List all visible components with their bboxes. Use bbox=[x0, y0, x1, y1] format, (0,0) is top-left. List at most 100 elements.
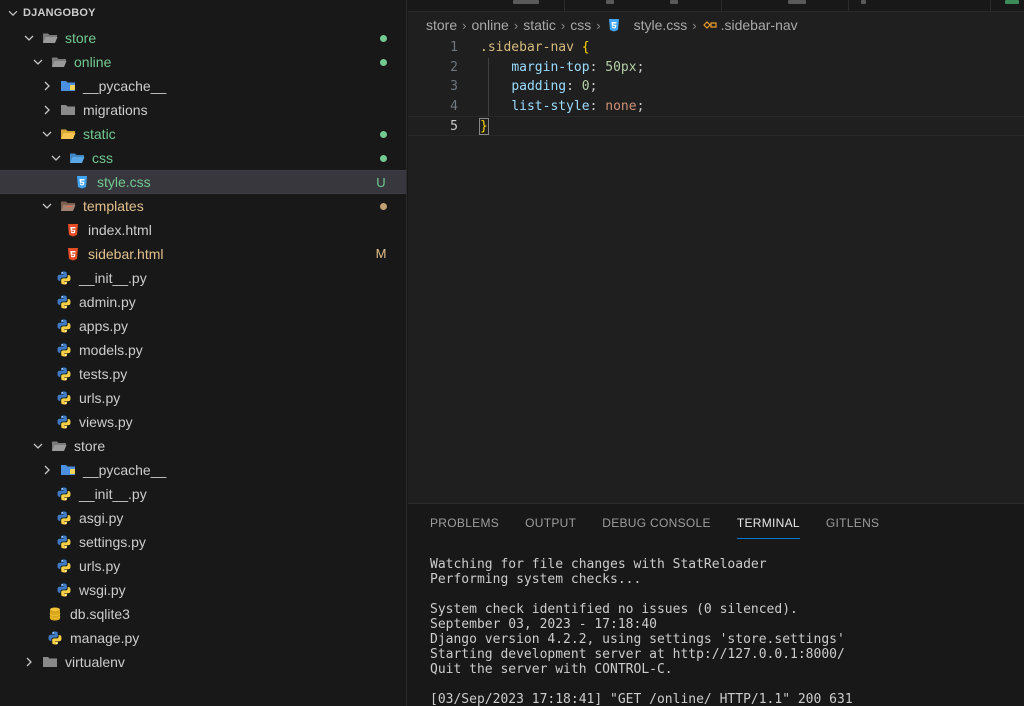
breadcrumb-item[interactable]: css bbox=[570, 17, 591, 33]
tab-terminal[interactable]: TERMINAL bbox=[736, 504, 800, 542]
tree-file-tests-py[interactable]: tests.py bbox=[0, 362, 406, 386]
html-file-icon bbox=[64, 222, 82, 238]
tree-file-init-py[interactable]: __init__.py bbox=[0, 482, 406, 506]
tree-folder-pycache[interactable]: __pycache__ bbox=[0, 458, 406, 482]
tree-item-label: settings.py bbox=[79, 534, 146, 550]
chevron-down-icon[interactable] bbox=[48, 150, 64, 166]
tree-item-label: __pycache__ bbox=[83, 78, 167, 94]
breadcrumb-item[interactable]: online bbox=[471, 17, 508, 33]
code-token: } bbox=[479, 118, 489, 135]
python-file-icon bbox=[55, 486, 73, 502]
tree-file-manage-py[interactable]: manage.py bbox=[0, 626, 406, 650]
folder-python-icon bbox=[59, 462, 77, 478]
git-status-dot bbox=[380, 131, 387, 138]
explorer-section-header[interactable]: DJANGOBOY bbox=[0, 0, 406, 26]
tree-folder-pycache[interactable]: __pycache__ bbox=[0, 74, 406, 98]
tree-folder-migrations[interactable]: migrations bbox=[0, 98, 406, 122]
python-file-icon bbox=[55, 582, 73, 598]
editor-tab-strip[interactable] bbox=[408, 0, 1024, 12]
python-file-icon bbox=[55, 414, 73, 430]
tree-item-label: wsgi.py bbox=[79, 582, 126, 598]
tree-file-admin-py[interactable]: admin.py bbox=[0, 290, 406, 314]
chevron-down-icon bbox=[8, 10, 18, 17]
tab-problems[interactable]: PROBLEMS bbox=[430, 504, 499, 542]
tree-item-label: virtualenv bbox=[65, 654, 125, 670]
code-text: .sidebar-nav { bbox=[480, 38, 590, 58]
tree-file-init-py[interactable]: __init__.py bbox=[0, 266, 406, 290]
code-editor[interactable]: 1 .sidebar-nav {2 margin-top: 50px; 3 padd… bbox=[408, 38, 1024, 136]
terminal-line: Quit the server with CONTROL-C. bbox=[430, 662, 673, 677]
explorer-title: DJANGOBOY bbox=[23, 7, 96, 19]
chevron-down-icon[interactable] bbox=[39, 198, 55, 214]
tree-file-views-py[interactable]: views.py bbox=[0, 410, 406, 434]
chevron-down-icon[interactable] bbox=[30, 54, 46, 70]
tree-item-label: static bbox=[83, 126, 116, 142]
code-token: 50px bbox=[605, 59, 637, 75]
terminal-line: Watching for file changes with StatReloa… bbox=[430, 557, 767, 572]
code-text: list-style: none; bbox=[480, 97, 644, 117]
tree-item-label: store bbox=[74, 438, 106, 454]
html-file-icon bbox=[64, 246, 82, 262]
css-file-icon bbox=[606, 17, 628, 33]
tree-file-urls-py[interactable]: urls.py bbox=[0, 554, 406, 578]
chevron-right-icon[interactable] bbox=[39, 462, 55, 478]
code-token: margin-top bbox=[511, 59, 590, 75]
folder-python-icon bbox=[59, 78, 77, 94]
tree-folder-online[interactable]: online bbox=[0, 50, 406, 74]
breadcrumb-item[interactable]: static bbox=[523, 17, 556, 33]
chevron-right-icon[interactable] bbox=[21, 654, 37, 670]
tree-item-label: css bbox=[92, 150, 113, 166]
line-number: 4 bbox=[450, 98, 458, 114]
breadcrumb-symbol-label: .sidebar-nav bbox=[720, 17, 798, 33]
code-line[interactable]: 3 padding: 0; bbox=[408, 77, 1024, 97]
code-token: none bbox=[605, 98, 637, 114]
breadcrumb-item[interactable]: store bbox=[426, 17, 457, 33]
chevron-right-icon[interactable] bbox=[39, 102, 55, 118]
chevron-right-icon: › bbox=[462, 17, 467, 33]
tree-file-apps-py[interactable]: apps.py bbox=[0, 314, 406, 338]
terminal-output[interactable]: Watching for file changes with StatReloa… bbox=[408, 542, 1024, 706]
breadcrumb: store › online › static › css › style.css › .sideb… bbox=[408, 12, 1024, 38]
chevron-down-icon[interactable] bbox=[21, 30, 37, 46]
tree-folder-store[interactable]: store bbox=[0, 26, 406, 50]
tab-debug-console[interactable]: DEBUG CONSOLE bbox=[602, 504, 711, 542]
terminal-line: Performing system checks... bbox=[430, 572, 642, 587]
tree-file-db-sqlite3[interactable]: db.sqlite3 bbox=[0, 602, 406, 626]
git-status-badge: U bbox=[376, 175, 386, 190]
tree-folder-static[interactable]: static bbox=[0, 122, 406, 146]
tree-file-settings-py[interactable]: settings.py bbox=[0, 530, 406, 554]
breadcrumb-symbol[interactable]: .sidebar-nav bbox=[702, 17, 798, 33]
folder-css-icon bbox=[68, 150, 86, 166]
tree-file-models-py[interactable]: models.py bbox=[0, 338, 406, 362]
tree-folder-templates[interactable]: templates bbox=[0, 194, 406, 218]
code-line[interactable]: 1 .sidebar-nav { bbox=[408, 38, 1024, 58]
line-number: 5 bbox=[450, 119, 458, 134]
tree-file-asgi-py[interactable]: asgi.py bbox=[0, 506, 406, 530]
tree-folder-css[interactable]: css bbox=[0, 146, 406, 170]
folder-open-icon bbox=[50, 438, 68, 454]
code-line[interactable]: 4 list-style: none; bbox=[408, 97, 1024, 117]
chevron-down-icon[interactable] bbox=[39, 126, 55, 142]
code-token: 0 bbox=[581, 79, 590, 94]
code-line[interactable]: 2 margin-top: 50px; bbox=[408, 58, 1024, 78]
explorer-sidebar: DJANGOBOY store online __pycache__ migratio… bbox=[0, 0, 407, 706]
chevron-right-icon: › bbox=[560, 17, 566, 33]
chevron-down-icon[interactable] bbox=[30, 438, 46, 454]
tree-file-style-css[interactable]: style.css U bbox=[0, 170, 406, 194]
tab-gitlens[interactable]: GITLENS bbox=[826, 504, 879, 542]
tree-item-label: __init__.py bbox=[79, 270, 147, 286]
python-file-icon bbox=[55, 318, 73, 334]
chevron-right-icon[interactable] bbox=[39, 78, 55, 94]
tree-folder-store[interactable]: store bbox=[0, 434, 406, 458]
python-file-icon bbox=[55, 390, 73, 406]
tab-output[interactable]: OUTPUT bbox=[525, 504, 576, 542]
tree-file-urls-py[interactable]: urls.py bbox=[0, 386, 406, 410]
tree-file-sidebar-html[interactable]: sidebar.html M bbox=[0, 242, 406, 266]
tree-folder-virtualenv[interactable]: virtualenv bbox=[0, 650, 406, 674]
tree-file-index-html[interactable]: index.html bbox=[0, 218, 406, 242]
breadcrumb-file[interactable]: style.css bbox=[606, 17, 687, 33]
code-line[interactable]: 5} bbox=[408, 116, 1024, 136]
tree-file-wsgi-py[interactable]: wsgi.py bbox=[0, 578, 406, 602]
